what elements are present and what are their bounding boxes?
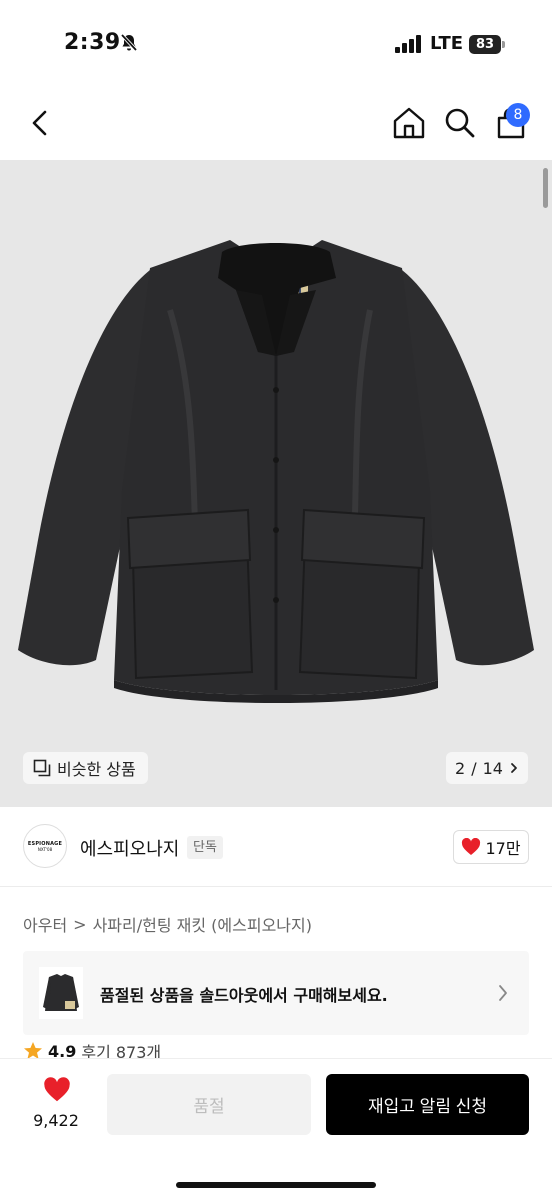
breadcrumb-separator: >	[73, 914, 87, 934]
exclusive-badge: 단독	[187, 836, 223, 859]
status-time: 2:39	[64, 30, 121, 55]
chevron-right-icon	[511, 763, 517, 773]
total-pages: 14	[482, 758, 503, 778]
image-page-counter[interactable]: 2 / 14	[446, 752, 528, 784]
bell-muted-icon	[119, 33, 139, 57]
chevron-left-icon	[32, 110, 47, 136]
product-like-count: 9,422	[33, 1111, 79, 1130]
brand-like-count: 17만	[485, 839, 521, 858]
heart-icon	[44, 1077, 70, 1102]
brand-row: ESPIONAGE NXT'08 에스피오나지 단독 17만	[0, 807, 552, 887]
breadcrumb-category[interactable]: 아우터	[23, 912, 67, 936]
scroll-indicator	[543, 168, 548, 208]
search-button[interactable]	[441, 104, 479, 142]
bottom-bar: 9,422 품절 재입고 알림 신청	[0, 1058, 552, 1200]
similar-products-label: 비슷한 상품	[57, 760, 136, 779]
soldout-banner[interactable]: 품절된 상품을 솔드아웃에서 구매해보세요.	[23, 951, 529, 1035]
product-image[interactable]: 비슷한 상품 2 / 14	[0, 160, 552, 807]
chevron-right-icon	[499, 985, 507, 1001]
copy-icon	[33, 759, 51, 777]
brand-name[interactable]: 에스피오나지	[80, 835, 179, 861]
network-type: LTE	[430, 33, 464, 54]
search-icon	[445, 108, 475, 138]
restock-alert-button[interactable]: 재입고 알림 신청	[326, 1074, 529, 1135]
similar-products-button[interactable]: 비슷한 상품	[23, 752, 148, 784]
brand-logo-subtext: NXT'08	[37, 846, 53, 852]
soldout-banner-text: 품절된 상품을 솔드아웃에서 구매해보세요.	[100, 986, 388, 1005]
jacket-image	[18, 240, 534, 703]
cellular-signal-icon	[395, 35, 423, 57]
home-indicator	[176, 1182, 376, 1188]
brand-like-button[interactable]: 17만	[453, 830, 529, 864]
battery-icon: 83	[469, 35, 505, 54]
back-button[interactable]	[24, 106, 58, 140]
current-page: 2	[455, 758, 466, 778]
breadcrumb-subcategory[interactable]: 사파리/헌팅 재킷 (에스피오나지)	[93, 912, 312, 936]
breadcrumb: 아우터 > 사파리/헌팅 재킷 (에스피오나지)	[23, 912, 312, 936]
soldout-thumbnail	[39, 967, 83, 1019]
home-icon	[393, 107, 425, 139]
page-separator: /	[471, 758, 477, 778]
status-bar: 2:39 LTE 83	[0, 0, 552, 92]
nav-bar	[0, 92, 552, 160]
home-button[interactable]	[390, 104, 428, 142]
battery-level: 83	[469, 35, 501, 54]
cart-count-badge: 8	[506, 103, 530, 127]
soldout-button: 품절	[107, 1074, 311, 1135]
brand-logo[interactable]: ESPIONAGE NXT'08	[23, 824, 67, 868]
product-like-button[interactable]	[43, 1077, 71, 1107]
heart-icon	[462, 838, 481, 855]
